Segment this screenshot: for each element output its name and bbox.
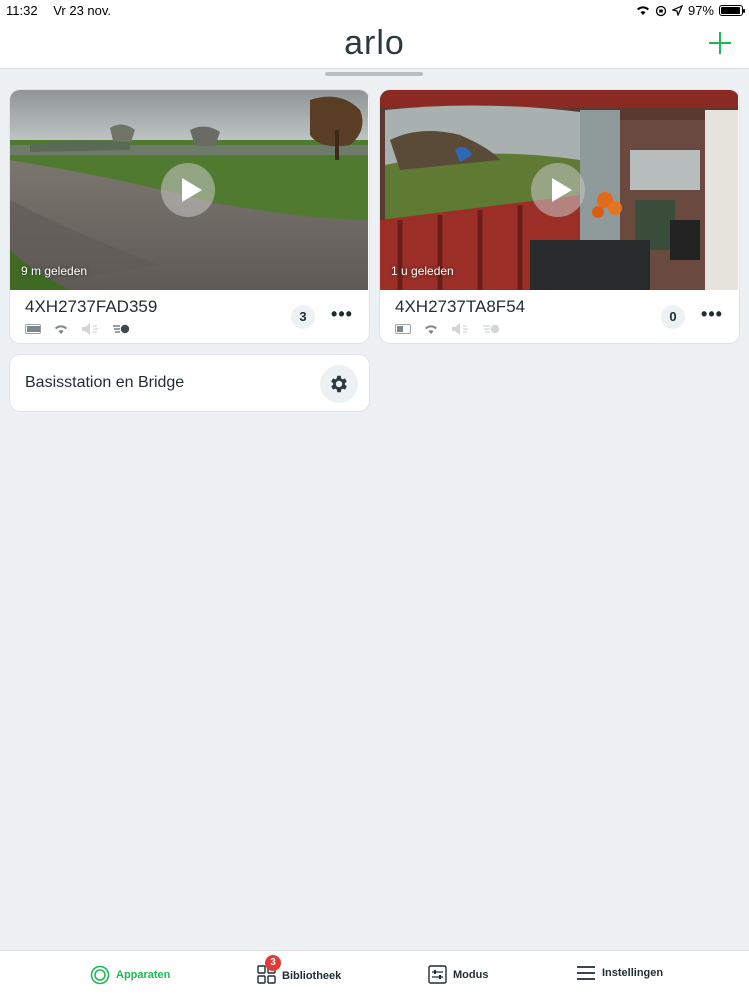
rotation-lock-icon [655,5,667,16]
tab-modus[interactable]: Modus [428,965,488,984]
camera-card: 1 u geleden 4XH2737TA8F54 0 ••• [380,90,739,343]
wifi-icon [425,324,437,334]
status-time: 11:32 [6,3,38,18]
tab-label: Apparaten [116,969,171,981]
last-recording-time: 9 m geleden [21,264,88,278]
base-station-settings-button[interactable] [320,365,358,403]
location-icon [671,5,683,16]
camera-status-icons [395,322,500,336]
tab-bar: Apparaten 3 Bibliotheek Modus Instelling… [0,950,749,999]
more-options-button[interactable]: ••• [330,305,354,326]
apparaten-icon [90,965,110,985]
motion-icon [113,324,130,334]
play-button[interactable] [531,163,585,217]
add-device-button[interactable] [709,32,731,54]
camera-name[interactable]: 4XH2737TA8F54 [395,297,525,317]
base-station-label: Basisstation en Bridge [25,374,185,391]
audio-icon [82,323,98,335]
arlo-logo: arlo [344,24,405,62]
camera-thumbnail[interactable]: 1 u geleden [380,90,738,290]
more-options-button[interactable]: ••• [700,305,724,326]
drag-handle[interactable] [325,72,423,76]
nav-bar: arlo [0,22,749,69]
status-date: Vr 23 nov. [53,3,112,18]
sliders-icon [428,965,447,984]
audio-icon [452,323,468,335]
wifi-icon [636,6,649,15]
tab-apparaten[interactable]: Apparaten [90,965,170,985]
tab-label: Instellingen [602,967,664,979]
play-button[interactable] [161,163,215,217]
notification-badge: 3 [265,955,281,971]
camera-status-icons [25,322,130,336]
gear-icon [331,375,347,393]
battery-icon [719,5,745,16]
tab-label: Bibliotheek [282,970,342,982]
camera-card: 9 m geleden 4XH2737FAD359 3 ••• [10,90,369,343]
camera-thumbnail[interactable]: 9 m geleden [10,90,368,290]
wifi-icon [55,324,67,334]
recordings-count[interactable]: 3 [291,305,315,329]
status-bar: 11:32 Vr 23 nov. 97% [0,0,749,22]
last-recording-time: 1 u geleden [391,264,454,278]
battery-icon [395,324,411,334]
battery-icon [25,324,41,334]
motion-icon [483,324,500,334]
base-station-card[interactable]: Basisstation en Bridge [10,355,369,411]
recordings-count[interactable]: 0 [661,305,685,329]
tab-instellingen[interactable]: Instellingen [576,965,663,981]
tab-label: Modus [453,968,489,981]
tab-bibliotheek[interactable]: 3 Bibliotheek [257,955,342,987]
camera-name[interactable]: 4XH2737FAD359 [25,297,157,317]
menu-icon [577,966,595,980]
battery-percent: 97% [687,3,714,18]
